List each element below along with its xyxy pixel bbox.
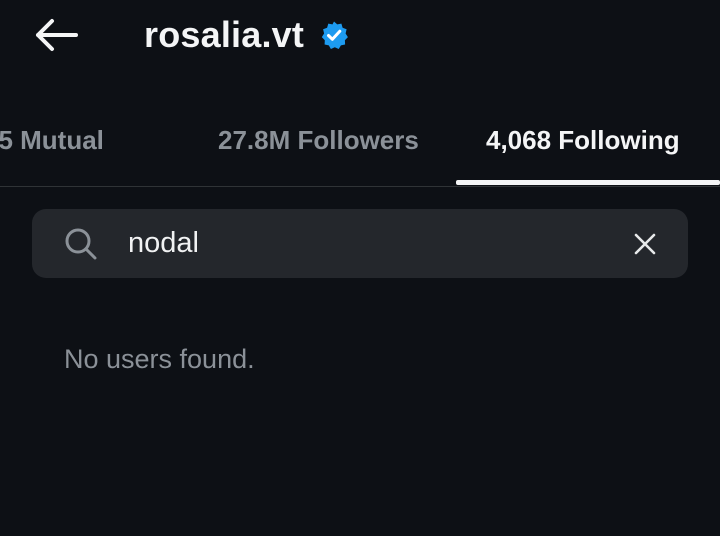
- arrow-left-icon: [36, 19, 78, 51]
- back-button[interactable]: [26, 12, 86, 58]
- close-icon: [634, 233, 656, 255]
- tab-followers[interactable]: 27.8M Followers: [218, 96, 419, 184]
- tab-followers-label: 27.8M Followers: [218, 124, 419, 155]
- tab-following-label: 4,068 Following: [486, 124, 680, 155]
- active-tab-indicator: [456, 180, 720, 185]
- tab-following[interactable]: 4,068 Following: [486, 96, 680, 184]
- title-group: rosalia.vt: [144, 10, 350, 60]
- verified-badge-icon: [318, 19, 350, 51]
- following-screen: rosalia.vt 35 Mutual 27.8M Followers 4,0…: [0, 0, 720, 536]
- tab-mutual[interactable]: 35 Mutual: [0, 96, 104, 184]
- page-title: rosalia.vt: [144, 14, 305, 55]
- tab-mutual-label: 35 Mutual: [0, 124, 104, 155]
- search-input[interactable]: [128, 221, 598, 266]
- search-icon: [65, 228, 97, 260]
- clear-search-button[interactable]: [624, 223, 666, 265]
- tab-bar: 35 Mutual 27.8M Followers 4,068 Followin…: [0, 96, 720, 187]
- search-bar: [32, 209, 688, 278]
- empty-results-message: No users found.: [64, 344, 255, 374]
- header: rosalia.vt: [0, 0, 720, 80]
